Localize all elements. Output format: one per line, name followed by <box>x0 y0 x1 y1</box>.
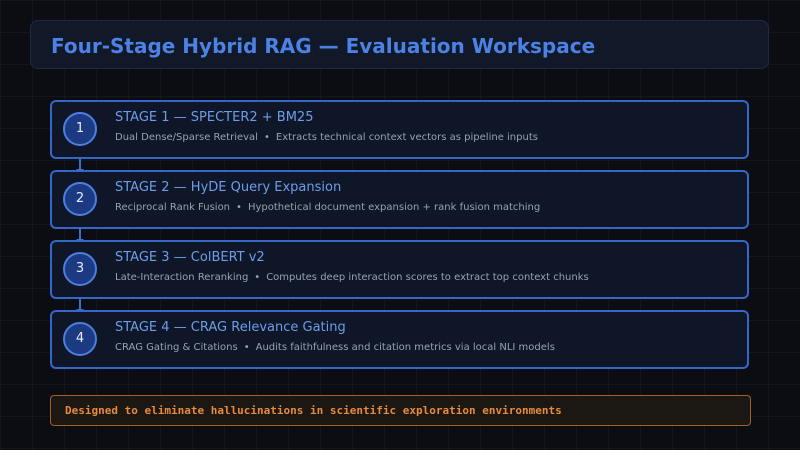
stage-card-4: 4 STAGE 4 — CRAG Relevance Gating CRAG G… <box>50 310 749 369</box>
stage-number-badge: 1 <box>63 112 97 146</box>
stage-card-2: 2 STAGE 2 — HyDE Query Expansion Recipro… <box>50 170 749 229</box>
stage-title: STAGE 2 — HyDE Query Expansion <box>115 180 342 195</box>
stage-description: CRAG Gating & Citations • Audits faithfuln… <box>115 342 555 353</box>
stage-method: Late-Interaction Reranking <box>115 272 249 283</box>
stage-title: STAGE 1 — SPECTER2 + BM25 <box>115 110 314 125</box>
footer-note-text: Designed to eliminate hallucinations in … <box>65 404 562 417</box>
stage-detail: Computes deep interaction scores to extr… <box>266 272 589 283</box>
stage-detail: Hypothetical document expansion + rank f… <box>247 202 541 213</box>
stage-title: STAGE 4 — CRAG Relevance Gating <box>115 320 346 335</box>
bullet-separator: • <box>254 272 261 283</box>
bullet-separator: • <box>236 202 242 213</box>
stage-title: STAGE 3 — ColBERT v2 <box>115 250 265 265</box>
stage-number-badge: 3 <box>63 252 97 286</box>
stage-method: Dual Dense/Sparse Retrieval <box>115 132 258 143</box>
stage-number-badge: 2 <box>63 182 97 216</box>
stage-detail: Extracts technical context vectors as pi… <box>275 132 538 143</box>
stage-card-3: 3 STAGE 3 — ColBERT v2 Late-Interaction … <box>50 240 749 299</box>
stage-description: Dual Dense/Sparse Retrieval • Extracts tec… <box>115 132 538 143</box>
stage-description: Late-Interaction Reranking • Computes deep… <box>115 272 589 283</box>
bullet-separator: • <box>263 132 270 143</box>
header-panel: Four-Stage Hybrid RAG — Evaluation Works… <box>30 20 769 69</box>
stage-method: Reciprocal Rank Fusion <box>115 202 231 213</box>
stage-card-1: 1 STAGE 1 — SPECTER2 + BM25 Dual Dense/S… <box>50 100 749 159</box>
page-title: Four-Stage Hybrid RAG — Evaluation Works… <box>51 34 596 58</box>
bullet-separator: • <box>243 342 250 353</box>
stage-method: CRAG Gating & Citations <box>115 342 238 353</box>
stage-number-badge: 4 <box>63 322 97 356</box>
footer-callout: Designed to eliminate hallucinations in … <box>50 395 751 426</box>
stage-description: Reciprocal Rank Fusion • Hypothetical docu… <box>115 202 540 213</box>
stage-detail: Audits faithfulness and citation metrics… <box>255 342 555 353</box>
